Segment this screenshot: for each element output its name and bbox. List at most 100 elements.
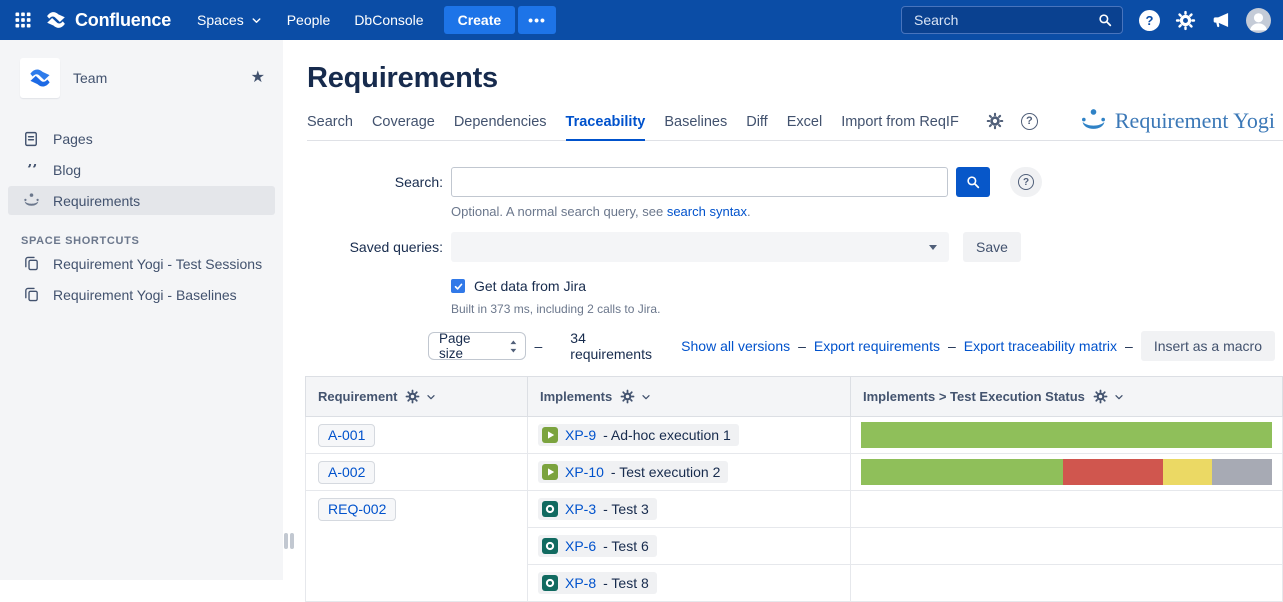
column-chevron-down-icon[interactable]	[1113, 391, 1125, 403]
confluence-home-link[interactable]: Confluence	[40, 8, 185, 32]
separator-dash: –	[534, 338, 542, 354]
jira-checkbox-row[interactable]: Get data from Jira	[451, 278, 1275, 294]
search-syntax-link[interactable]: search syntax	[667, 204, 747, 219]
search-icon	[1097, 12, 1113, 28]
jira-issue-pill: XP-6 - Test 6	[538, 535, 657, 557]
favorite-star-icon[interactable]: ★	[251, 70, 265, 86]
tabs-bar: Search Coverage Dependencies Traceabilit…	[307, 107, 1283, 141]
sidebar-nav: Pages ” Blog Requirements SPACE SHORTCUT…	[0, 124, 283, 309]
page-size-select[interactable]: Page size	[428, 332, 526, 360]
tab-tools: ?	[986, 112, 1038, 135]
global-search-box[interactable]	[901, 6, 1123, 34]
help-question-icon[interactable]: ?	[1021, 113, 1038, 130]
blog-quote-icon: ”	[21, 164, 41, 177]
execution-status-bar	[861, 533, 1272, 559]
column-chevron-down-icon[interactable]	[425, 391, 437, 403]
create-button[interactable]: Create	[444, 6, 516, 34]
jira-issue-link[interactable]: XP-9	[565, 427, 596, 443]
copy-pages-icon	[21, 286, 41, 303]
sidebar-shortcut-baselines[interactable]: Requirement Yogi - Baselines	[8, 280, 275, 309]
saved-queries-select[interactable]	[451, 232, 949, 262]
app-switcher-button[interactable]	[6, 4, 40, 36]
jira-issue-link[interactable]: XP-8	[565, 575, 596, 591]
tab-search[interactable]: Search	[307, 108, 353, 140]
save-button[interactable]: Save	[963, 232, 1021, 262]
execution-status-bar	[861, 496, 1272, 522]
build-info-text: Built in 373 ms, including 2 calls to Ji…	[451, 302, 1275, 316]
column-settings-gear-icon[interactable]	[1093, 389, 1108, 404]
sidebar-shortcut-label: Requirement Yogi - Baselines	[53, 287, 237, 303]
jira-issue-link[interactable]: XP-3	[565, 501, 596, 517]
nav-people-label: People	[287, 12, 331, 28]
requirement-link[interactable]: A-001	[318, 424, 375, 447]
space-logo[interactable]	[20, 58, 60, 98]
global-search-input[interactable]	[912, 11, 1097, 29]
help-question-icon: ?	[1018, 174, 1034, 190]
column-settings-gear-icon[interactable]	[405, 389, 420, 404]
column-settings-gear-icon[interactable]	[620, 389, 635, 404]
export-requirements-link[interactable]: Export requirements	[814, 338, 940, 354]
jira-issue-link[interactable]: XP-10	[565, 464, 604, 480]
requirement-yogi-brand[interactable]: Requirement Yogi	[1080, 107, 1275, 140]
status-segment-red	[1063, 459, 1162, 485]
nav-people[interactable]: People	[275, 6, 343, 34]
table-header-row: Requirement Implements	[306, 377, 1283, 417]
space-name[interactable]: Team	[73, 70, 238, 86]
settings-gear-icon[interactable]	[1175, 10, 1196, 31]
separator-dash: –	[1125, 338, 1133, 354]
jira-issue-link[interactable]: XP-6	[565, 538, 596, 554]
jira-issue-pill: XP-10 - Test execution 2	[538, 461, 728, 483]
sidebar-item-requirements[interactable]: Requirements	[8, 186, 275, 215]
nav-spaces[interactable]: Spaces	[185, 6, 275, 34]
tab-import-reqif[interactable]: Import from ReqIF	[841, 108, 959, 140]
search-hint-period: .	[747, 204, 751, 219]
copy-pages-icon	[21, 255, 41, 272]
person-icon	[1246, 8, 1271, 33]
column-test-execution-status: Implements > Test Execution Status	[851, 377, 1283, 417]
sidebar-resize-handle[interactable]	[284, 533, 294, 549]
get-data-from-jira-checkbox[interactable]	[451, 279, 465, 293]
jira-issue-summary: - Test 3	[603, 501, 649, 517]
sidebar-item-pages[interactable]: Pages	[8, 124, 275, 154]
requirement-link[interactable]: A-002	[318, 461, 375, 484]
requirements-count: 34 requirements	[570, 330, 669, 362]
requirement-link[interactable]: REQ-002	[318, 498, 396, 521]
show-all-versions-link[interactable]: Show all versions	[681, 338, 790, 354]
tab-baselines[interactable]: Baselines	[664, 108, 727, 140]
search-icon	[965, 174, 981, 190]
export-traceability-matrix-link[interactable]: Export traceability matrix	[964, 338, 1117, 354]
sidebar-item-label: Pages	[53, 131, 93, 147]
sidebar-item-blog[interactable]: ” Blog	[8, 156, 275, 184]
query-search-input[interactable]	[451, 167, 948, 197]
sidebar-shortcut-test-sessions[interactable]: Requirement Yogi - Test Sessions	[8, 249, 275, 278]
execution-status-bar	[861, 459, 1272, 485]
tab-traceability[interactable]: Traceability	[566, 108, 646, 141]
status-segment-gray	[1212, 459, 1272, 485]
tab-coverage[interactable]: Coverage	[372, 108, 435, 140]
settings-gear-icon[interactable]	[986, 112, 1004, 130]
saved-queries-label: Saved queries:	[307, 239, 443, 255]
nav-spaces-label: Spaces	[197, 12, 244, 28]
space-shortcuts-header: SPACE SHORTCUTS	[0, 235, 283, 247]
jira-test-icon	[542, 575, 558, 591]
nav-dbconsole[interactable]: DbConsole	[342, 6, 435, 34]
separator-dash: –	[798, 338, 806, 354]
search-submit-button[interactable]	[956, 167, 990, 197]
search-help-button[interactable]: ?	[1010, 167, 1042, 197]
tab-diff[interactable]: Diff	[746, 108, 768, 140]
execution-status-bar	[861, 570, 1272, 596]
page-icon	[21, 130, 41, 148]
jira-test-icon	[542, 501, 558, 517]
column-chevron-down-icon[interactable]	[640, 391, 652, 403]
tab-dependencies[interactable]: Dependencies	[454, 108, 547, 140]
avatar[interactable]	[1246, 8, 1271, 33]
more-button[interactable]: •••	[518, 6, 556, 34]
tab-excel[interactable]: Excel	[787, 108, 822, 140]
confluence-space-logo-icon	[27, 65, 53, 91]
help-icon[interactable]: ?	[1139, 10, 1160, 31]
search-row: Search: ?	[307, 167, 1275, 197]
announcement-megaphone-icon[interactable]	[1211, 10, 1231, 30]
insert-as-macro-button[interactable]: Insert as a macro	[1141, 331, 1275, 361]
select-updown-icon	[509, 339, 518, 354]
results-toolbar: Page size – 34 requirements Show all ver…	[428, 330, 1275, 362]
